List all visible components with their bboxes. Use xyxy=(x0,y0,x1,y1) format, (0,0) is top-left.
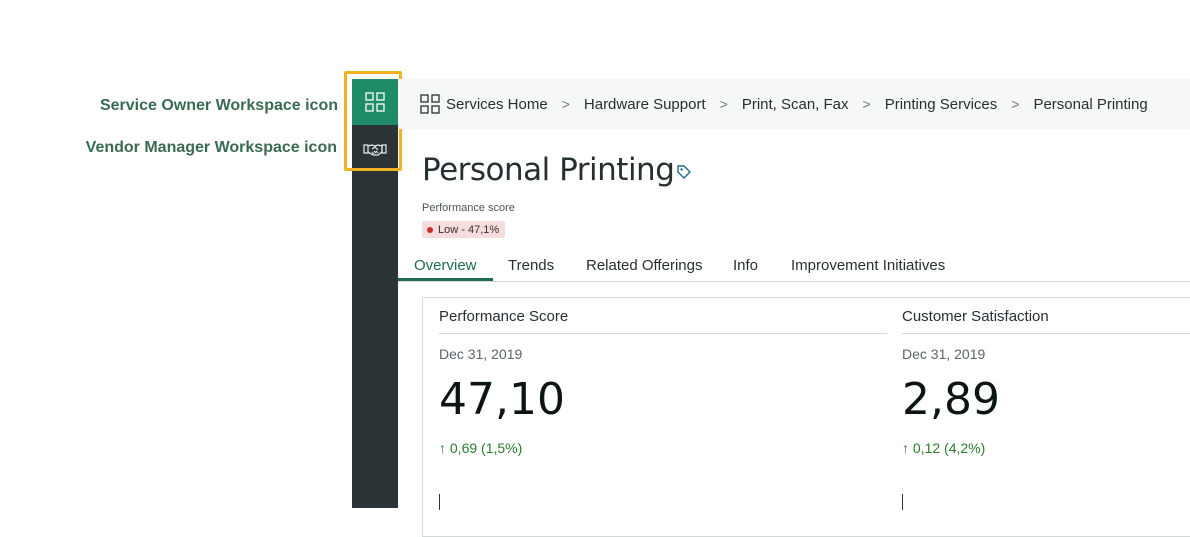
metrics-panel: Performance Score Dec 31, 2019 47,10 ↑ 0… xyxy=(422,297,1190,537)
metric-title: Customer Satisfaction xyxy=(902,308,1190,334)
chevron-right-icon: > xyxy=(1011,96,1020,112)
tab-trends[interactable]: Trends xyxy=(508,257,554,274)
tab-related-offerings[interactable]: Related Offerings xyxy=(586,257,702,274)
metric-card-customer-satisfaction: Customer Satisfaction Dec 31, 2019 2,89 … xyxy=(902,298,1190,510)
chevron-right-icon: > xyxy=(561,96,570,112)
status-dot-icon xyxy=(427,226,433,233)
grid-icon xyxy=(420,94,440,114)
workspace-icons-highlight xyxy=(344,71,402,171)
breadcrumb-personal-printing: Personal Printing xyxy=(1033,95,1148,113)
metric-card-performance-score: Performance Score Dec 31, 2019 47,10 ↑ 0… xyxy=(439,298,887,510)
breadcrumb: Services Home > Hardware Support > Print… xyxy=(398,79,1190,129)
page-title: Personal Printing xyxy=(422,152,675,188)
tab-overview[interactable]: Overview xyxy=(414,257,477,274)
metric-change: ↑ 0,69 (1,5%) xyxy=(439,440,522,456)
metric-date: Dec 31, 2019 xyxy=(439,346,523,362)
metric-date: Dec 31, 2019 xyxy=(902,346,986,362)
vendor-manager-workspace-callout: Vendor Manager Workspace icon xyxy=(85,139,337,156)
tab-bar: Overview Trends Related Offerings Info I… xyxy=(398,250,1190,282)
metric-change-value: 0,12 (4,2%) xyxy=(912,440,986,456)
metric-value: 47,10 xyxy=(439,374,565,425)
metric-title: Performance Score xyxy=(439,308,887,334)
tab-info[interactable]: Info xyxy=(733,257,758,274)
breadcrumb-home[interactable]: Services Home xyxy=(420,94,548,114)
tab-improvement-initiatives[interactable]: Improvement Initiatives xyxy=(791,257,945,274)
chevron-right-icon: > xyxy=(862,96,871,112)
breadcrumb-hardware-support[interactable]: Hardware Support xyxy=(584,96,706,113)
status-badge-text: Low - 47,1% xyxy=(438,223,500,236)
breadcrumb-printing-services[interactable]: Printing Services xyxy=(885,96,998,113)
status-badge: Low - 47,1% xyxy=(422,221,506,238)
metric-change-value: 0,69 (1,5%) xyxy=(449,440,523,456)
breadcrumb-print-scan-fax[interactable]: Print, Scan, Fax xyxy=(742,96,849,113)
active-tab-indicator xyxy=(398,278,493,281)
service-owner-workspace-callout: Service Owner Workspace icon xyxy=(99,97,338,114)
breadcrumb-home-label: Services Home xyxy=(446,95,548,113)
metric-value: 2,89 xyxy=(902,374,1000,425)
arrow-up-icon: ↑ xyxy=(439,440,446,456)
tag-icon[interactable] xyxy=(676,164,692,185)
chevron-right-icon: > xyxy=(719,96,728,112)
arrow-up-icon: ↑ xyxy=(902,440,909,456)
metric-change: ↑ 0,12 (4,2%) xyxy=(902,440,985,456)
performance-score-label: Performance score xyxy=(422,202,515,214)
